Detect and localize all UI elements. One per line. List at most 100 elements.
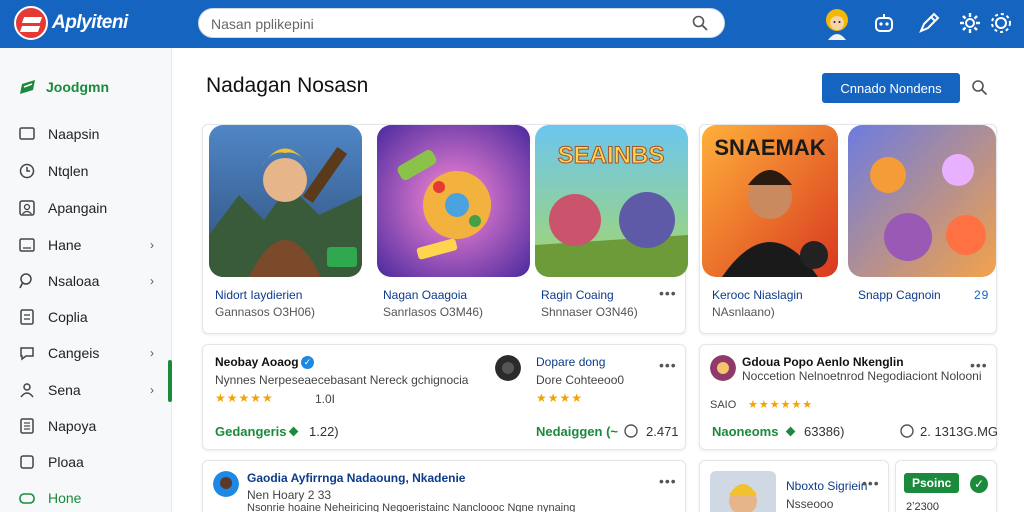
- sidebar-scrollbar[interactable]: [168, 360, 172, 402]
- search-input[interactable]: [211, 14, 681, 34]
- app-title[interactable]: Nagan Oaagoia: [383, 288, 467, 302]
- logo-icon: [14, 6, 48, 40]
- robot-icon[interactable]: [871, 10, 897, 36]
- sidebar-item-11[interactable]: Hone: [18, 487, 158, 509]
- category-label[interactable]: Gedangeris: [215, 424, 287, 439]
- app-artwork[interactable]: SEAINBS: [535, 125, 688, 277]
- app-title[interactable]: Ragin Coaing: [541, 288, 614, 302]
- sidebar-item-4[interactable]: Hane ›: [18, 234, 158, 256]
- list-card-title[interactable]: Neobay Aoaog: [215, 355, 299, 369]
- app-subtitle: NAsnlaano): [712, 305, 775, 319]
- gear-icon[interactable]: [988, 10, 1014, 36]
- app-subtitle: Gannasos O3H06): [215, 305, 316, 319]
- more-options-icon[interactable]: •••: [659, 285, 677, 301]
- sidebar-item-label: Naapsin: [48, 126, 100, 142]
- chevron-right-icon: ›: [150, 346, 154, 360]
- sidebar-item-10[interactable]: Ploaa: [18, 451, 158, 473]
- check-icon: ✓: [970, 475, 988, 493]
- app-avatar[interactable]: [213, 471, 239, 497]
- list-card-title[interactable]: Gdoua Popo Aenlo Nkenglin: [742, 355, 904, 369]
- search-icon[interactable]: [692, 15, 708, 31]
- sidebar-item-8[interactable]: Sena ›: [18, 379, 158, 401]
- rating-value: SAIO: [710, 399, 737, 411]
- count-value: 1.22): [309, 424, 339, 439]
- sidebar-item-5[interactable]: Nsaloaa ›: [18, 270, 158, 292]
- search-icon: [19, 273, 32, 289]
- rating-stars: ★★★★: [536, 391, 584, 405]
- sidebar-item-label: Cangeis: [48, 345, 100, 361]
- featured-group: SNAEMAK Kerooc Niaslagin NAsnlaano) Snap…: [699, 124, 997, 334]
- pin-icon: ⬥: [289, 423, 299, 438]
- sidebar-item-label: Sena: [48, 382, 81, 398]
- sidebar-item-9[interactable]: Napoya: [18, 415, 158, 437]
- list-card[interactable]: Neobay Aoaog ✓ Nynnes Nerpeseaecebasant …: [202, 344, 686, 450]
- app-logo[interactable]: Aplyiteni: [14, 6, 128, 40]
- sidebar: Joodgmn Naapsin Ntqlen Apangain Hane › N…: [0, 48, 172, 512]
- app-avatar[interactable]: [495, 355, 521, 381]
- pin-icon: ⬥: [786, 423, 796, 438]
- settings-icon[interactable]: [957, 10, 983, 36]
- sidebar-item-7[interactable]: Cangeis ›: [18, 342, 158, 364]
- home-icon: [20, 80, 35, 94]
- list-card-desc: Dore Cohteeoo0: [536, 373, 625, 387]
- more-options-icon[interactable]: •••: [970, 357, 988, 373]
- category-label[interactable]: Nedaiggen (~: [536, 424, 618, 439]
- list-icon: [20, 418, 34, 434]
- list-card-desc: Nen Hoary 2 33: [247, 488, 332, 502]
- sidebar-item-2[interactable]: Ntqlen: [18, 160, 158, 182]
- more-options-icon[interactable]: •••: [862, 475, 880, 491]
- app-artwork[interactable]: [848, 125, 996, 277]
- primary-action-button[interactable]: Cnnado Nondens: [822, 73, 960, 103]
- app-banner-text: SNAEMAK: [714, 135, 825, 160]
- app-artwork[interactable]: [209, 125, 362, 277]
- box-icon: [20, 455, 34, 469]
- sidebar-item-label: Coplia: [48, 309, 88, 325]
- app-artwork[interactable]: SNAEMAK: [702, 125, 838, 277]
- chevron-right-icon: ›: [150, 383, 154, 397]
- sidebar-item-home[interactable]: Joodgmn: [18, 78, 109, 96]
- clock-icon: [900, 424, 914, 438]
- sidebar-home-label: Joodgmn: [46, 79, 109, 95]
- app-artwork[interactable]: [377, 125, 530, 277]
- list-card[interactable]: Nboxto Sigriein Nsseooo •••: [699, 460, 889, 512]
- list-card[interactable]: Gdoua Popo Aenlo Nkenglin Noccetion Neln…: [699, 344, 999, 450]
- people-icon: [19, 200, 35, 216]
- search-bar[interactable]: [198, 8, 725, 38]
- sidebar-item-label: Hane: [48, 237, 82, 253]
- rating-stars: ★★★★★: [215, 391, 274, 405]
- user-avatar[interactable]: [822, 6, 852, 40]
- rating-stars: ★★★★★★: [748, 399, 814, 411]
- hero-art-image: SEAINBS: [535, 125, 688, 277]
- list-card-title[interactable]: Dopare dong: [536, 355, 605, 369]
- clock-icon: [624, 424, 638, 438]
- sidebar-item-1[interactable]: Naapsin: [18, 123, 158, 145]
- app-title[interactable]: Kerooc Niaslagin: [712, 288, 803, 302]
- app-title[interactable]: Nidort Iaydierien: [215, 288, 302, 302]
- count-value: 2. 1313G.MG: [920, 424, 999, 439]
- sidebar-item-label: Napoya: [48, 418, 97, 434]
- hero-art-image: [377, 125, 530, 277]
- more-options-icon[interactable]: •••: [659, 473, 677, 489]
- count-value: 63386): [804, 424, 845, 439]
- sidebar-item-label: Nsaloaa: [48, 273, 100, 289]
- search-icon[interactable]: [971, 79, 988, 96]
- list-card[interactable]: Psoinc ✓ 2ʼ2300: [895, 460, 997, 512]
- person-icon: [20, 383, 34, 398]
- app-title[interactable]: Snapp Cagnoin: [858, 288, 941, 302]
- list-card-title[interactable]: Nboxto Sigriein: [786, 479, 867, 493]
- pen-icon[interactable]: [916, 10, 942, 36]
- sidebar-item-6[interactable]: Coplia: [18, 306, 158, 328]
- category-label[interactable]: Naoneoms: [712, 424, 778, 439]
- app-avatar[interactable]: [710, 355, 736, 381]
- app-thumbnail[interactable]: [710, 471, 776, 512]
- list-card[interactable]: Gaodia Ayfirrnga Nadaoung, Nkadenie Nen …: [202, 460, 686, 512]
- count-value: 2.471: [646, 424, 679, 439]
- sidebar-item-3[interactable]: Apangain: [18, 197, 158, 219]
- corner-count: 29: [974, 288, 990, 302]
- page-title: Nadagan Nosasn: [206, 74, 369, 97]
- status-badge[interactable]: Psoinc: [904, 473, 960, 493]
- gamepad-icon: [19, 493, 35, 504]
- more-options-icon[interactable]: •••: [659, 357, 677, 373]
- app-subtitle: Shnnaser O3N46): [541, 305, 638, 319]
- list-card-title[interactable]: Gaodia Ayfirrnga Nadaoung, Nkadenie: [247, 471, 465, 485]
